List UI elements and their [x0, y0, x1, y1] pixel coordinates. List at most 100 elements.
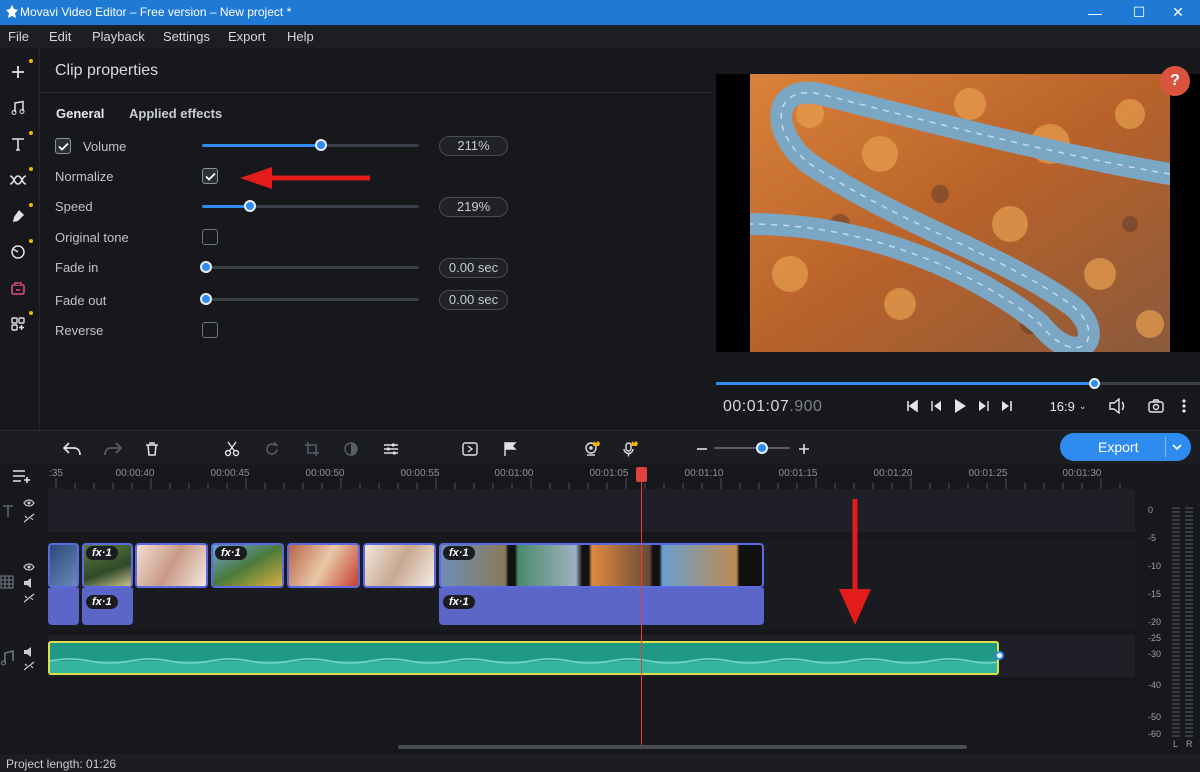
zoom-slider-knob[interactable]	[756, 442, 768, 454]
lock-icon[interactable]	[23, 513, 35, 523]
reverse-checkbox[interactable]	[202, 322, 218, 338]
tab-applied-effects[interactable]: Applied effects	[129, 106, 222, 121]
speed-value-field[interactable]: 219%	[439, 197, 508, 217]
video-clip[interactable]	[439, 543, 764, 588]
undo-icon	[62, 442, 81, 456]
zoom-in-button[interactable]	[794, 439, 814, 459]
volume-slider[interactable]	[202, 139, 419, 151]
audio-volume-handle[interactable]	[995, 651, 1004, 660]
menu-file[interactable]: File	[8, 29, 29, 44]
speaker-icon[interactable]	[23, 578, 35, 588]
timecode-display: 00:01:07.900	[723, 398, 822, 416]
rotate-button[interactable]	[262, 439, 282, 459]
annotation-arrow-left	[240, 167, 370, 189]
menu-settings[interactable]: Settings	[163, 29, 210, 44]
filters-button[interactable]	[6, 239, 33, 264]
playhead-handle[interactable]	[636, 467, 647, 482]
original-tone-checkbox[interactable]	[202, 229, 218, 245]
overlay-button[interactable]	[460, 439, 480, 459]
help-button[interactable]: ?	[1160, 66, 1190, 96]
marker-button[interactable]	[500, 439, 520, 459]
more-options-button[interactable]	[1174, 396, 1194, 416]
audio-waveform	[50, 658, 997, 673]
eye-icon[interactable]	[23, 563, 35, 571]
clip-properties-button[interactable]	[381, 439, 401, 459]
volume-value-field[interactable]: 211%	[439, 136, 508, 156]
video-clip[interactable]	[287, 543, 360, 588]
skip-to-start-button[interactable]	[902, 396, 922, 416]
ruler-label: 00:01:05	[589, 468, 629, 479]
eye-icon[interactable]	[23, 499, 35, 507]
volume-button[interactable]	[1108, 396, 1128, 416]
cut-button[interactable]	[222, 439, 242, 459]
video-clip[interactable]	[48, 543, 79, 588]
play-button[interactable]	[950, 396, 970, 416]
video-clip[interactable]	[363, 543, 436, 588]
menu-help[interactable]: Help	[287, 29, 314, 44]
zoom-out-button[interactable]	[692, 439, 712, 459]
volume-checkbox[interactable]	[55, 138, 71, 154]
speaker-icon[interactable]	[23, 647, 35, 657]
audio-track-icon	[1, 650, 14, 666]
transitions-button[interactable]	[6, 167, 33, 192]
previous-frame-button[interactable]	[926, 396, 946, 416]
timeline-horizontal-scrollbar[interactable]	[398, 745, 967, 749]
title-track[interactable]	[48, 489, 1135, 532]
fx-badge[interactable]: fx·1	[86, 546, 118, 560]
menu-edit[interactable]: Edit	[49, 29, 71, 44]
video-clip[interactable]	[135, 543, 208, 588]
color-adjust-button[interactable]	[341, 439, 361, 459]
redo-button[interactable]	[103, 439, 123, 459]
fx-badge[interactable]: fx·1	[215, 546, 247, 560]
clip-effects-button[interactable]	[6, 276, 30, 300]
lock-icon[interactable]	[23, 593, 35, 603]
skip-to-end-button[interactable]	[997, 396, 1017, 416]
volume-label: Volume	[83, 139, 127, 154]
fade-in-slider[interactable]	[200, 261, 419, 273]
ruler-label: 00:00:55	[400, 468, 440, 479]
export-button[interactable]: Export	[1060, 433, 1191, 461]
minimize-button[interactable]: —	[1072, 0, 1118, 25]
clip-effects-bar[interactable]	[48, 588, 79, 625]
add-track-icon[interactable]	[12, 468, 32, 484]
crop-button[interactable]	[302, 439, 322, 459]
title-track-icon	[3, 505, 13, 517]
close-button[interactable]: ✕	[1155, 0, 1200, 25]
fade-in-value-field[interactable]: 0.00 sec	[439, 258, 508, 278]
music-button[interactable]	[6, 96, 30, 120]
chevron-down-icon[interactable]	[1172, 443, 1182, 451]
fade-out-slider[interactable]	[200, 293, 419, 305]
meter-label: -50	[1148, 712, 1162, 722]
webcam-record-button[interactable]	[582, 439, 602, 459]
titles-button[interactable]	[6, 131, 33, 156]
timeline-ruler[interactable]: :35 00:00:40 00:00:45 00:00:50 00:00:55 …	[48, 464, 1135, 489]
clip-effects-bar[interactable]	[439, 588, 764, 625]
playhead-line[interactable]	[641, 468, 642, 745]
fx-badge[interactable]: fx·1	[443, 546, 475, 560]
delete-button[interactable]	[142, 439, 162, 459]
undo-button[interactable]	[62, 439, 82, 459]
snapshot-button[interactable]	[1146, 396, 1166, 416]
lock-icon[interactable]	[23, 661, 35, 671]
fx-badge[interactable]: fx·1	[86, 595, 118, 609]
playback-progress-bar[interactable]	[716, 378, 1200, 389]
fx-badge[interactable]: fx·1	[443, 595, 475, 609]
audio-clip[interactable]	[48, 641, 999, 675]
menu-export[interactable]: Export	[228, 29, 266, 44]
aspect-ratio-dropdown[interactable]: 16:9 ⌄	[1044, 396, 1092, 416]
stickers-button[interactable]	[6, 203, 33, 228]
video-preview[interactable]	[716, 74, 1200, 352]
original-tone-label: Original tone	[55, 230, 129, 245]
normalize-checkbox[interactable]	[202, 168, 218, 184]
tab-general[interactable]: General	[56, 106, 104, 121]
zoom-slider[interactable]	[714, 442, 790, 454]
sticker-icon	[13, 210, 24, 222]
add-files-button[interactable]	[6, 59, 33, 84]
speed-slider[interactable]	[202, 200, 419, 212]
voice-record-button[interactable]	[620, 439, 640, 459]
plus-icon	[799, 444, 809, 454]
fade-out-value-field[interactable]: 0.00 sec	[439, 290, 508, 310]
next-frame-button[interactable]	[974, 396, 994, 416]
menu-playback[interactable]: Playback	[92, 29, 145, 44]
more-tools-button[interactable]	[6, 311, 33, 336]
